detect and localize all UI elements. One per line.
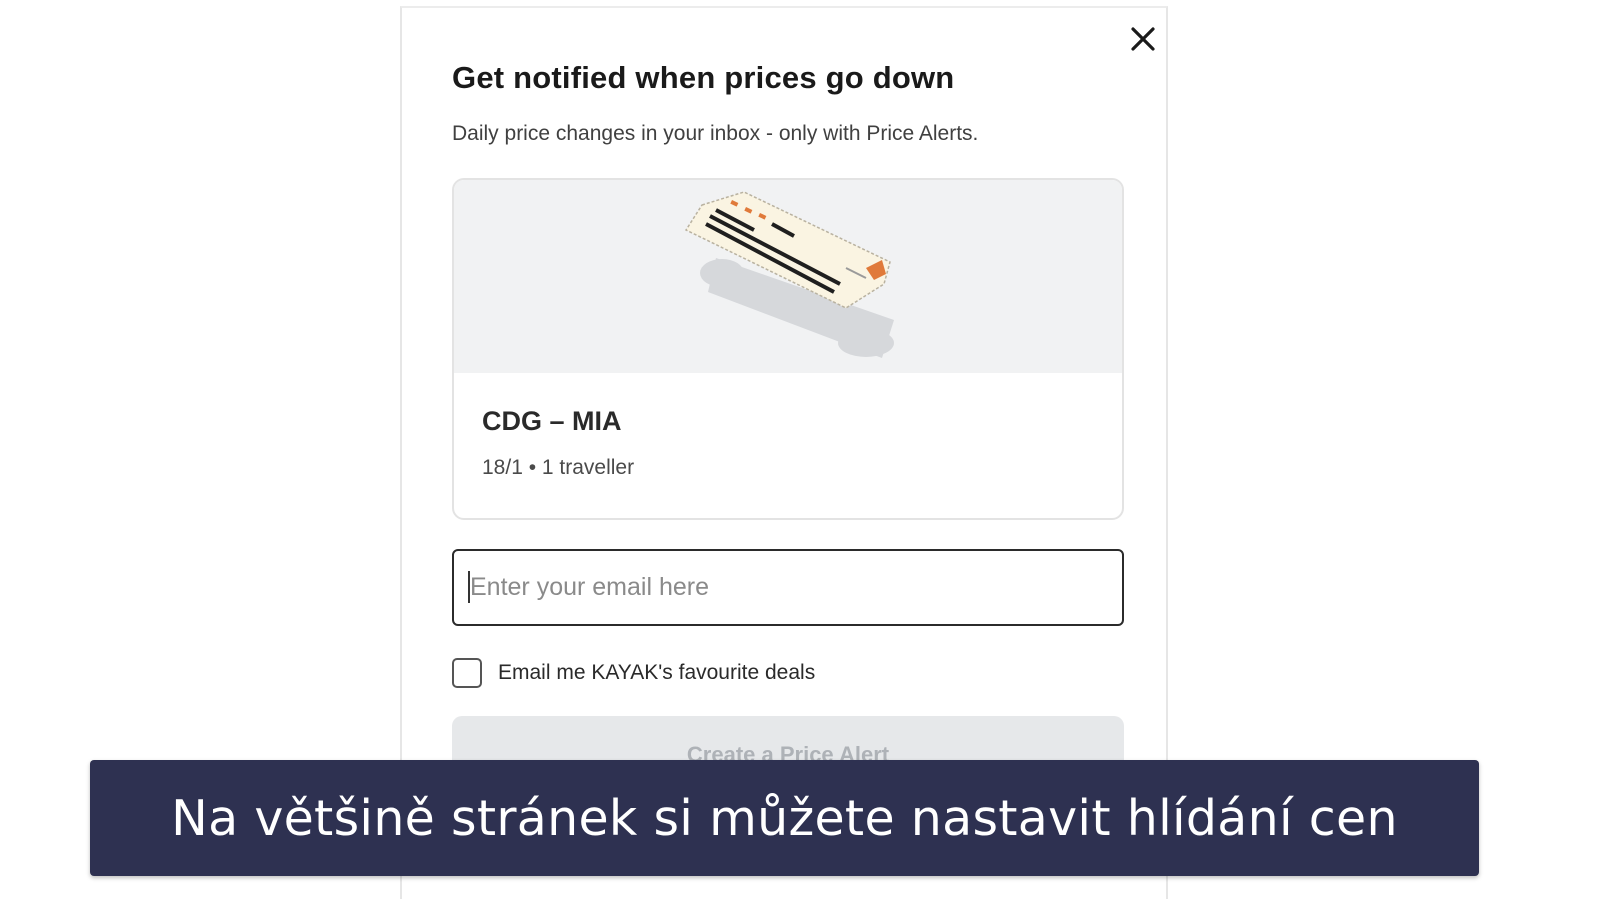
close-icon[interactable] <box>1128 24 1158 54</box>
text-caret <box>468 571 470 603</box>
caption-banner: Na většině stránek si můžete nastavit hl… <box>90 760 1479 876</box>
modal-title: Get notified when prices go down <box>452 60 955 95</box>
deals-checkbox-label: Email me KAYAK's favourite deals <box>498 661 816 684</box>
trip-route: CDG – MIA <box>482 406 622 436</box>
trip-details: 18/1 • 1 traveller <box>482 456 635 479</box>
email-input[interactable] <box>452 549 1124 626</box>
deals-opt-in[interactable]: Email me KAYAK's favourite deals <box>452 656 815 690</box>
modal-subtitle: Daily price changes in your inbox - only… <box>452 122 979 145</box>
trip-card: CDG – MIA 18/1 • 1 traveller <box>452 178 1124 520</box>
caption-text: Na většině stránek si můžete nastavit hl… <box>171 789 1398 847</box>
deals-checkbox[interactable] <box>452 658 482 688</box>
screenshot: Get notified when prices go down Daily p… <box>0 0 1599 899</box>
boarding-pass-illustration <box>454 180 1122 373</box>
